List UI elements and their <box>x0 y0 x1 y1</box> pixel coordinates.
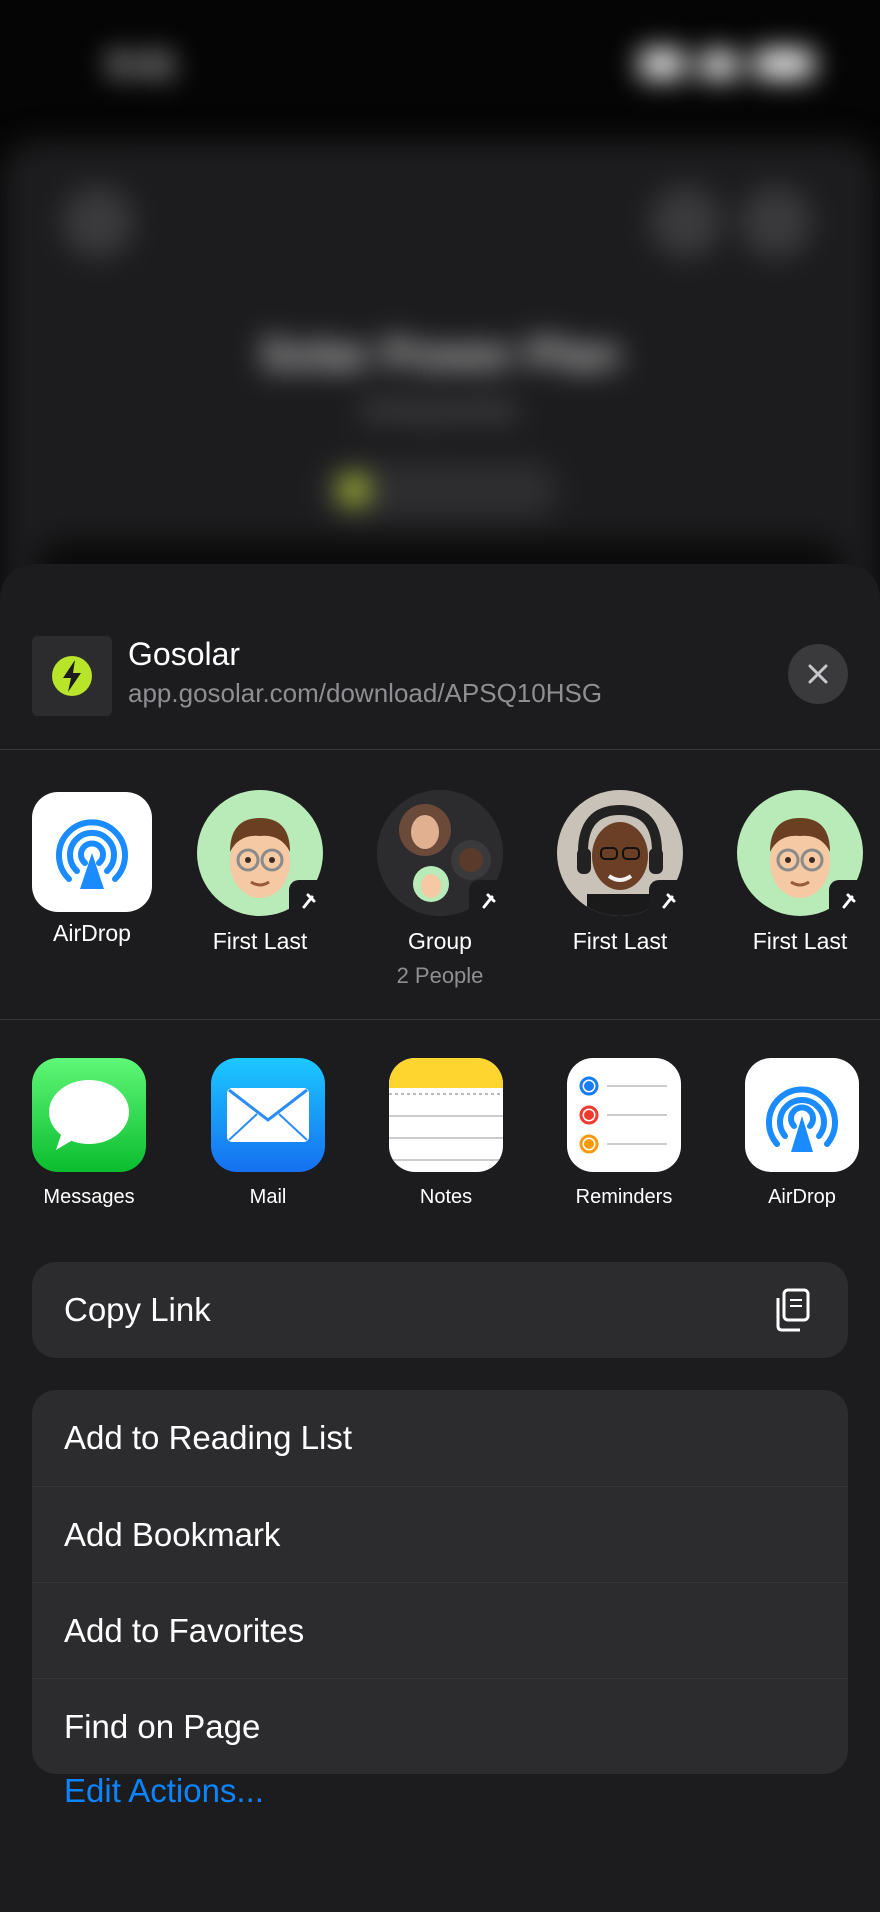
app-reminders[interactable]: Reminders <box>544 1058 704 1209</box>
notes-icon <box>389 1058 503 1161</box>
app-mail[interactable]: Mail <box>188 1058 348 1209</box>
edit-actions-link[interactable]: Edit Actions... <box>64 1772 264 1810</box>
avatar <box>197 790 329 920</box>
battery-icon <box>754 50 814 78</box>
app-messages[interactable]: Messages <box>9 1058 169 1209</box>
airdrop-badge-icon <box>482 893 496 909</box>
person-contact[interactable]: First Last <box>710 790 880 955</box>
avatar <box>557 790 689 920</box>
person-group[interactable]: Group 2 People <box>350 790 530 989</box>
add-favorites-label: Add to Favorites <box>64 1611 305 1649</box>
background-more-button <box>740 186 812 258</box>
add-reading-list-button[interactable]: Add to Reading List <box>32 1390 848 1486</box>
actions-group: Add to Reading List Add Bookmark Add to … <box>32 1390 848 1774</box>
person-airdrop[interactable]: AirDrop <box>2 792 182 947</box>
messages-icon <box>49 1080 129 1150</box>
close-icon <box>808 664 828 684</box>
background-subtitle: APSQ10HSG <box>361 396 519 426</box>
app-airdrop[interactable]: AirDrop <box>722 1058 880 1209</box>
app-thumbnail <box>32 636 112 716</box>
add-reading-list-label: Add to Reading List <box>64 1419 353 1456</box>
add-favorites-button[interactable]: Add to Favorites <box>32 1582 848 1678</box>
background-chip <box>322 462 558 518</box>
copy-link-button[interactable]: Copy Link <box>32 1262 848 1358</box>
airdrop-badge <box>829 880 869 920</box>
background-back-button <box>62 186 134 258</box>
person-contact[interactable]: First Last <box>170 790 350 955</box>
app-label: Messages <box>43 1186 135 1208</box>
person-label: First Last <box>212 928 308 954</box>
background-action-button <box>650 186 722 258</box>
add-bookmark-label: Add Bookmark <box>64 1515 281 1553</box>
gosolar-logo-icon <box>52 656 92 696</box>
person-label: First Last <box>572 928 668 954</box>
person-label: Group <box>408 928 472 954</box>
find-on-page-button[interactable]: Find on Page <box>32 1678 848 1774</box>
app-label: AirDrop <box>768 1186 836 1208</box>
app-label: Notes <box>419 1186 473 1208</box>
airdrop-badge <box>289 880 329 920</box>
add-bookmark-button[interactable]: Add Bookmark <box>32 1486 848 1582</box>
airdrop-icon <box>766 1086 838 1152</box>
person-contact[interactable]: First Last <box>530 790 710 955</box>
airdrop-badge-icon <box>842 893 856 909</box>
share-title: Gosolar <box>128 636 241 672</box>
airdrop-badge <box>469 880 509 920</box>
reminders-icon <box>579 1076 667 1154</box>
airdrop-badge <box>649 880 689 920</box>
person-label: First Last <box>752 928 848 954</box>
copy-icon <box>776 1288 810 1332</box>
share-sheet: Gosolar app.gosolar.com/download/APSQ10H… <box>0 564 880 1912</box>
wifi-icon <box>700 50 738 78</box>
app-label: Mail <box>249 1186 287 1208</box>
signal-icon <box>640 50 684 78</box>
find-on-page-label: Find on Page <box>64 1707 261 1745</box>
status-icons <box>640 50 814 78</box>
close-button[interactable] <box>788 644 848 704</box>
app-label: Reminders <box>575 1186 673 1208</box>
share-header: Gosolar app.gosolar.com/download/APSQ10H… <box>0 564 880 750</box>
background-title: Solar Power Plan <box>260 330 620 379</box>
copy-link-label: Copy Link <box>64 1291 211 1328</box>
share-apps-row: Messages Mail Notes Reminders AirDrop <box>0 1058 880 1218</box>
mail-icon <box>227 1088 309 1142</box>
airdrop-badge-icon <box>302 893 316 909</box>
person-label: AirDrop <box>53 920 131 946</box>
airdrop-tile <box>32 792 152 912</box>
group-avatar <box>377 790 509 920</box>
share-url: app.gosolar.com/download/APSQ10HSG <box>128 678 603 708</box>
people-suggestions: AirDrop First Last Group 2 People First … <box>0 750 880 1020</box>
app-notes[interactable]: Notes <box>366 1058 526 1209</box>
status-time: 9:41 <box>108 46 177 84</box>
copy-link-group: Copy Link <box>32 1262 848 1358</box>
person-sublabel: 2 People <box>396 963 484 988</box>
avatar <box>737 790 869 920</box>
airdrop-badge-icon <box>662 893 676 909</box>
airdrop-icon <box>56 819 128 889</box>
background-app: 9:41 Solar Power Plan APSQ10HSG <box>0 0 880 620</box>
